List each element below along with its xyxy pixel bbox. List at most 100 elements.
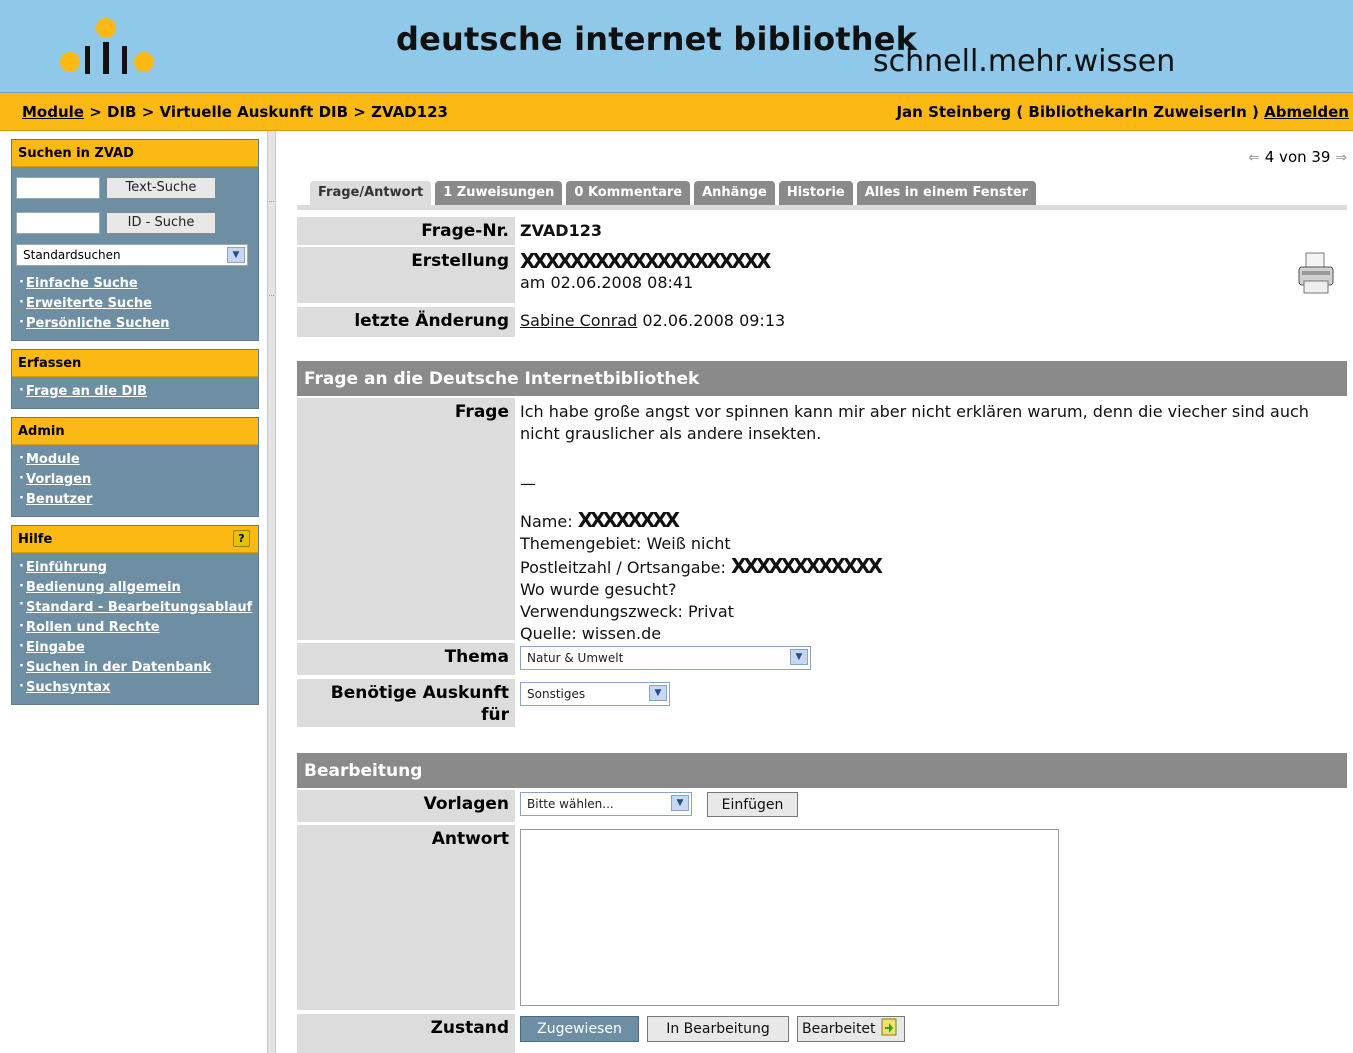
question-separator: — xyxy=(520,474,536,493)
question-number-label: Frage-Nr. xyxy=(297,217,515,245)
sidebar-link-users[interactable]: Benutzer xyxy=(16,489,254,510)
pager-text: 4 von 39 xyxy=(1264,148,1331,166)
admin-box: Admin Module Vorlagen Benutzer xyxy=(11,417,259,517)
sidebar-link-standard-workflow[interactable]: Standard - Bearbeitungsablauf xyxy=(16,597,254,618)
created-date: am 02.06.2008 08:41 xyxy=(520,273,694,292)
sidebar-link-personal-searches[interactable]: Persönliche Suchen xyxy=(16,313,254,334)
site-tagline: schnell.mehr.wissen xyxy=(873,44,1176,79)
saved-search-select-value: Standardsuchen xyxy=(23,248,121,262)
tab-question-answer[interactable]: Frage/Antwort xyxy=(310,181,432,205)
question-zip-line: Postleitzahl / Ortsangabe: XXXXXXXXXXXX xyxy=(520,555,1339,579)
templates-select-value: Bitte wählen... xyxy=(527,797,614,811)
theme-row: Thema xyxy=(297,643,1347,675)
sidebar: Suchen in ZVAD Text-Suche ID - Suche Sta… xyxy=(11,139,259,713)
question-row: Frage Ich habe große angst vor spinnen k… xyxy=(297,398,1347,643)
site-header: deutsche internet bibliothek schnell.meh… xyxy=(0,0,1353,93)
templates-row: Vorlagen xyxy=(297,790,1347,822)
state-assigned-button[interactable]: Zugewiesen xyxy=(520,1016,639,1042)
need-select[interactable]: Sonstiges ▼ xyxy=(520,682,670,706)
state-done-button[interactable]: Bearbeitet xyxy=(797,1016,905,1042)
chevron-down-icon[interactable]: ▼ xyxy=(790,649,808,665)
answer-textarea[interactable] xyxy=(520,829,1059,1006)
user-role: ( BibliothekarIn ZuweiserIn ) xyxy=(1016,103,1259,121)
help-box-title: Hilfe ? xyxy=(12,526,258,553)
tab-assignments[interactable]: 1 Zuweisungen xyxy=(435,181,563,205)
tab-attachments[interactable]: Anhänge xyxy=(694,181,775,205)
breadcrumb-item-dib: DIB xyxy=(107,103,137,121)
sidebar-link-general-usage[interactable]: Bedienung allgemein xyxy=(16,577,254,598)
sidebar-link-modules[interactable]: Module xyxy=(16,449,254,470)
question-section-header: Frage an die Deutsche Internetbibliothek xyxy=(297,361,1347,396)
need-label: Benötige Auskunft für xyxy=(297,679,515,727)
created-label: Erstellung xyxy=(297,247,515,303)
question-where-line: Wo wurde gesucht? xyxy=(520,580,677,599)
sidebar-link-input[interactable]: Eingabe xyxy=(16,637,254,658)
help-icon[interactable]: ? xyxy=(233,530,250,547)
question-purpose-line: Verwendungszweck: Privat xyxy=(520,602,734,621)
capture-box: Erfassen Frage an die DIB xyxy=(11,349,259,409)
sidebar-link-introduction[interactable]: Einführung xyxy=(16,557,254,578)
tab-comments[interactable]: 0 Kommentare xyxy=(566,181,691,205)
breadcrumb-module-link[interactable]: Module xyxy=(22,103,84,121)
question-zip-redacted: XXXXXXXXXXXX xyxy=(731,554,883,578)
user-info: Jan Steinberg ( BibliothekarIn ZuweiserI… xyxy=(896,103,1349,121)
sidebar-link-templates[interactable]: Vorlagen xyxy=(16,469,254,490)
question-zip-label: Postleitzahl / Ortsangabe: xyxy=(520,558,726,577)
created-by-redacted: XXXXXXXXXXXXXXXXXXXX xyxy=(520,249,771,273)
site-title: deutsche internet bibliothek xyxy=(396,20,918,58)
need-select-value: Sonstiges xyxy=(527,687,586,701)
text-search-input[interactable] xyxy=(16,177,100,199)
printer-icon[interactable] xyxy=(1296,251,1336,297)
tab-history[interactable]: Historie xyxy=(778,181,853,205)
logout-link[interactable]: Abmelden xyxy=(1264,103,1349,121)
answer-label: Antwort xyxy=(297,825,515,1010)
question-name-label: Name: xyxy=(520,512,573,531)
theme-label: Thema xyxy=(297,643,515,675)
sidebar-link-roles-rights[interactable]: Rollen und Rechte xyxy=(16,617,254,638)
state-in-progress-button[interactable]: In Bearbeitung xyxy=(647,1016,789,1042)
sidebar-splitter[interactable] xyxy=(267,131,276,1053)
chevron-down-icon[interactable]: ▼ xyxy=(649,685,667,701)
splitter-grip-icon[interactable] xyxy=(269,201,274,296)
insert-button[interactable]: Einfügen xyxy=(707,792,798,817)
breadcrumb: Module > DIB > Virtuelle Auskunft DIB > … xyxy=(22,103,448,121)
processing-section-header: Bearbeitung xyxy=(297,753,1347,788)
text-search-button[interactable]: Text-Suche xyxy=(106,177,216,199)
dib-logo xyxy=(60,18,154,74)
chevron-down-icon[interactable]: ▼ xyxy=(227,247,245,263)
sidebar-link-simple-search[interactable]: Einfache Suche xyxy=(16,273,254,294)
modified-date: 02.06.2008 09:13 xyxy=(642,311,786,330)
search-box-title: Suchen in ZVAD xyxy=(12,140,258,167)
user-name: Jan Steinberg xyxy=(896,103,1012,121)
question-number-row: Frage-Nr. ZVAD123 xyxy=(297,217,1347,245)
tab-all-in-one-window[interactable]: Alles in einem Fenster xyxy=(856,181,1037,205)
sidebar-link-db-search[interactable]: Suchen in der Datenbank xyxy=(16,657,254,678)
previous-arrow-icon[interactable]: ⇐ xyxy=(1248,150,1260,166)
question-source-line: Quelle: wissen.de xyxy=(520,624,662,643)
theme-select[interactable]: Natur & Umwelt ▼ xyxy=(520,646,811,670)
search-box: Suchen in ZVAD Text-Suche ID - Suche Sta… xyxy=(11,139,259,341)
record-pager: ⇐ 4 von 39 ⇒ xyxy=(1248,148,1347,166)
question-name-redacted: XXXXXXXX xyxy=(577,508,680,532)
state-done-label: Bearbeitet xyxy=(802,1021,876,1037)
next-arrow-icon[interactable]: ⇒ xyxy=(1335,150,1347,166)
templates-label: Vorlagen xyxy=(297,790,515,822)
need-row: Benötige Auskunft für xyxy=(297,679,1347,727)
sidebar-link-ask-dib[interactable]: Frage an die DIB xyxy=(16,381,254,402)
sidebar-link-advanced-search[interactable]: Erweiterte Suche xyxy=(16,293,254,314)
question-text: Ich habe große angst vor spinnen kann mi… xyxy=(520,402,1309,443)
id-search-input[interactable] xyxy=(16,212,100,234)
chevron-down-icon[interactable]: ▼ xyxy=(671,795,689,811)
breadcrumb-item-auskunft: Virtuelle Auskunft DIB xyxy=(159,103,349,121)
state-label: Zustand xyxy=(297,1014,515,1053)
breadcrumb-separator: > xyxy=(353,103,366,121)
breadcrumb-bar: Module > DIB > Virtuelle Auskunft DIB > … xyxy=(0,93,1353,131)
tab-underline xyxy=(297,205,1347,210)
saved-search-select[interactable]: Standardsuchen ▼ xyxy=(16,244,248,266)
created-row: Erstellung XXXXXXXXXXXXXXXXXXXX am 02.06… xyxy=(297,247,1347,303)
modified-by-link[interactable]: Sabine Conrad xyxy=(520,311,637,330)
templates-select[interactable]: Bitte wählen... ▼ xyxy=(520,792,692,816)
id-search-button[interactable]: ID - Suche xyxy=(106,212,216,234)
question-name-line: Name: XXXXXXXX xyxy=(520,509,1339,533)
sidebar-link-search-syntax[interactable]: Suchsyntax xyxy=(16,677,254,698)
